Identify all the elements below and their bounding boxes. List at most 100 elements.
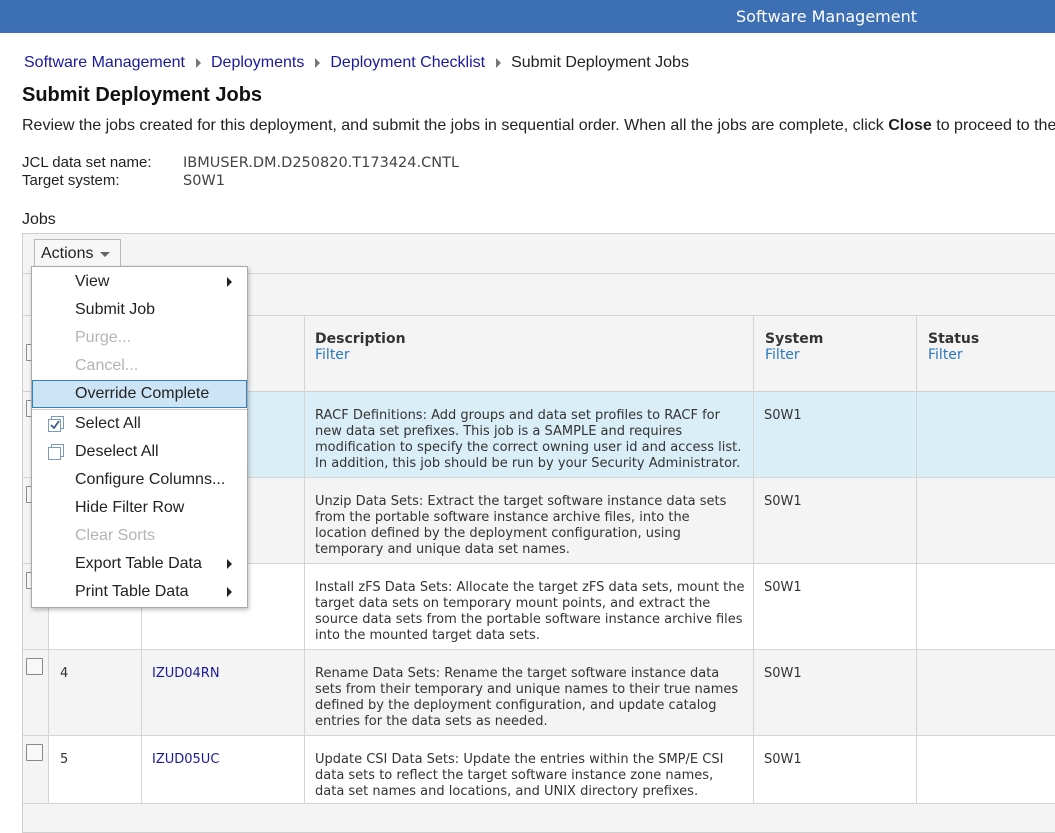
menu-item-clear-sorts: Clear Sorts [32,522,247,550]
job-description: Update CSI Data Sets: Update the entries… [315,752,724,799]
top-header-bar: Software Management [0,0,1055,33]
cell-separator [916,650,917,735]
cell-separator [304,736,305,803]
instructions-part-2: to proceed to the next [936,117,1055,134]
menu-item-label: Cancel... [75,357,139,374]
menu-item-hide-filter-row[interactable]: Hide Filter Row [32,494,247,522]
menu-item-purge: Purge... [32,324,247,352]
cell-separator [753,392,754,477]
breadcrumb-current: Submit Deployment Jobs [511,54,689,71]
actions-menu-button[interactable]: Actions [34,239,122,269]
menu-item-label: Override Complete [75,385,210,402]
cell-separator [916,564,917,649]
submenu-arrow-icon [227,277,232,287]
job-number: 5 [60,752,69,767]
menu-item-configure-columns[interactable]: Configure Columns... [32,466,247,494]
status-filter-link[interactable]: Filter [928,347,963,363]
row-checkbox[interactable] [26,658,43,675]
menu-item-deselect-all[interactable]: Deselect All [32,438,247,466]
cell-separator [141,650,142,735]
menu-item-label: Hide Filter Row [75,499,185,516]
system-filter-link[interactable]: Filter [765,347,800,363]
job-system: S0W1 [764,494,802,509]
breadcrumb-separator-icon [315,58,321,68]
target-system-label: Target system: [22,172,120,189]
breadcrumb-software-management[interactable]: Software Management [24,54,185,72]
job-description: Install zFS Data Sets: Allocate the targ… [315,580,745,643]
row-checkbox-cell [23,736,49,804]
jcl-data-set-value: IBMUSER.DM.D250820.T173424.CNTL [183,155,460,171]
table-row[interactable]: 4 IZUD04RN Rename Data Sets: Rename the … [49,650,1055,736]
breadcrumb-separator-icon [195,58,201,68]
submenu-arrow-icon [227,587,232,597]
description-filter-link[interactable]: Filter [315,347,350,363]
cell-separator [916,736,917,803]
cell-separator [304,650,305,735]
menu-item-label: View [75,273,110,290]
menu-item-label: Print Table Data [75,583,189,600]
instructions-part-1: Review the jobs created for this deploym… [22,117,889,134]
menu-item-label: Configure Columns... [75,471,226,488]
cell-separator [304,478,305,563]
column-header-description[interactable]: Description [315,331,406,347]
job-description: RACF Definitions: Add groups and data se… [315,408,742,471]
submenu-arrow-icon [227,559,232,569]
menu-item-label: Purge... [75,329,132,346]
menu-item-override-complete[interactable]: Override Complete [32,380,247,408]
actions-label: Actions [41,245,94,262]
menu-item-submit-job[interactable]: Submit Job [32,296,247,324]
select-all-icon [48,416,64,432]
target-system-value: S0W1 [183,173,225,189]
job-system: S0W1 [764,752,802,767]
menu-item-label: Export Table Data [75,555,202,572]
deployment-info: JCL data set name: IBMUSER.DM.D250820.T1… [22,154,459,190]
breadcrumb: Software Management Deployments Deployme… [24,53,689,73]
row-checkbox[interactable] [26,744,43,761]
breadcrumb-separator-icon [496,58,502,68]
column-separator [304,316,305,391]
job-description: Unzip Data Sets: Extract the target soft… [315,494,727,557]
menu-item-label: Submit Job [75,301,156,318]
column-separator [916,316,917,391]
jobs-label: Jobs [22,211,56,228]
column-separator [753,316,754,391]
menu-item-label: Deselect All [75,443,159,460]
job-name-link[interactable]: IZUD04RN [152,666,220,682]
cell-separator [304,392,305,477]
menu-item-label: Select All [75,415,141,432]
page-title: Submit Deployment Jobs [22,84,263,106]
table-row[interactable]: 5 IZUD05UC Update CSI Data Sets: Update … [49,736,1055,804]
cell-separator [304,564,305,649]
menu-item-view[interactable]: View [32,268,247,296]
menu-item-export-table-data[interactable]: Export Table Data [32,550,247,578]
job-system: S0W1 [764,580,802,595]
chevron-down-icon [100,252,111,257]
instructions-text: Review the jobs created for this deploym… [22,117,1055,135]
deselect-all-icon [48,444,64,460]
cell-separator [916,478,917,563]
menu-item-select-all[interactable]: Select All [32,410,247,438]
job-number: 4 [60,666,69,681]
column-header-status[interactable]: Status [928,331,979,347]
job-system: S0W1 [764,666,802,681]
actions-dropdown-menu: View Submit Job Purge... Cancel... Overr… [31,266,248,608]
breadcrumb-deployments[interactable]: Deployments [211,54,304,72]
cell-separator [753,564,754,649]
cell-separator [753,736,754,803]
job-system: S0W1 [764,408,802,423]
cell-separator [141,736,142,803]
cell-separator [916,392,917,477]
jcl-data-set-label: JCL data set name: [22,154,152,171]
app-title: Software Management [736,7,918,26]
menu-item-label: Clear Sorts [75,527,156,544]
instructions-close-keyword: Close [888,117,932,134]
menu-item-cancel: Cancel... [32,352,247,380]
cell-separator [753,650,754,735]
column-header-system[interactable]: System [765,331,823,347]
row-checkbox-cell [23,650,49,736]
job-name-link[interactable]: IZUD05UC [152,752,219,768]
cell-separator [753,478,754,563]
job-description: Rename Data Sets: Rename the target soft… [315,666,739,729]
breadcrumb-deployment-checklist[interactable]: Deployment Checklist [330,54,485,72]
menu-item-print-table-data[interactable]: Print Table Data [32,578,247,606]
